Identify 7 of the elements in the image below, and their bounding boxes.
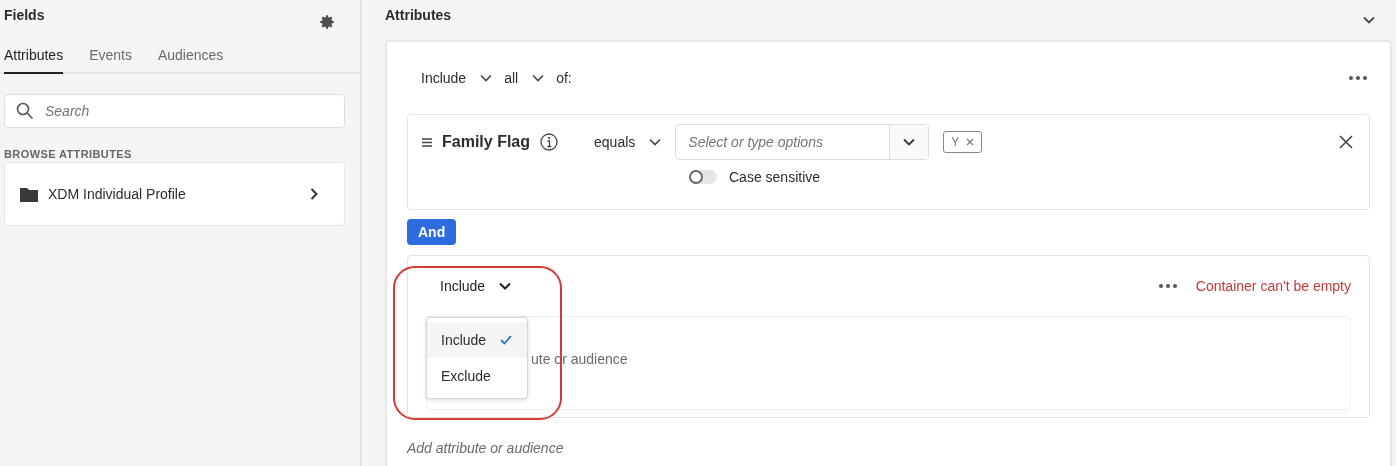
panel-title: Attributes: [385, 7, 452, 23]
toggle-label: Case sensitive: [729, 169, 821, 185]
attribute-name: Family Flag: [442, 133, 531, 151]
error-message: Container can't be empty: [1195, 278, 1351, 294]
panel-title: Fields: [4, 7, 45, 23]
section-label: BROWSE ATTRIBUTES: [4, 148, 133, 160]
of-label: of:: [556, 70, 572, 86]
